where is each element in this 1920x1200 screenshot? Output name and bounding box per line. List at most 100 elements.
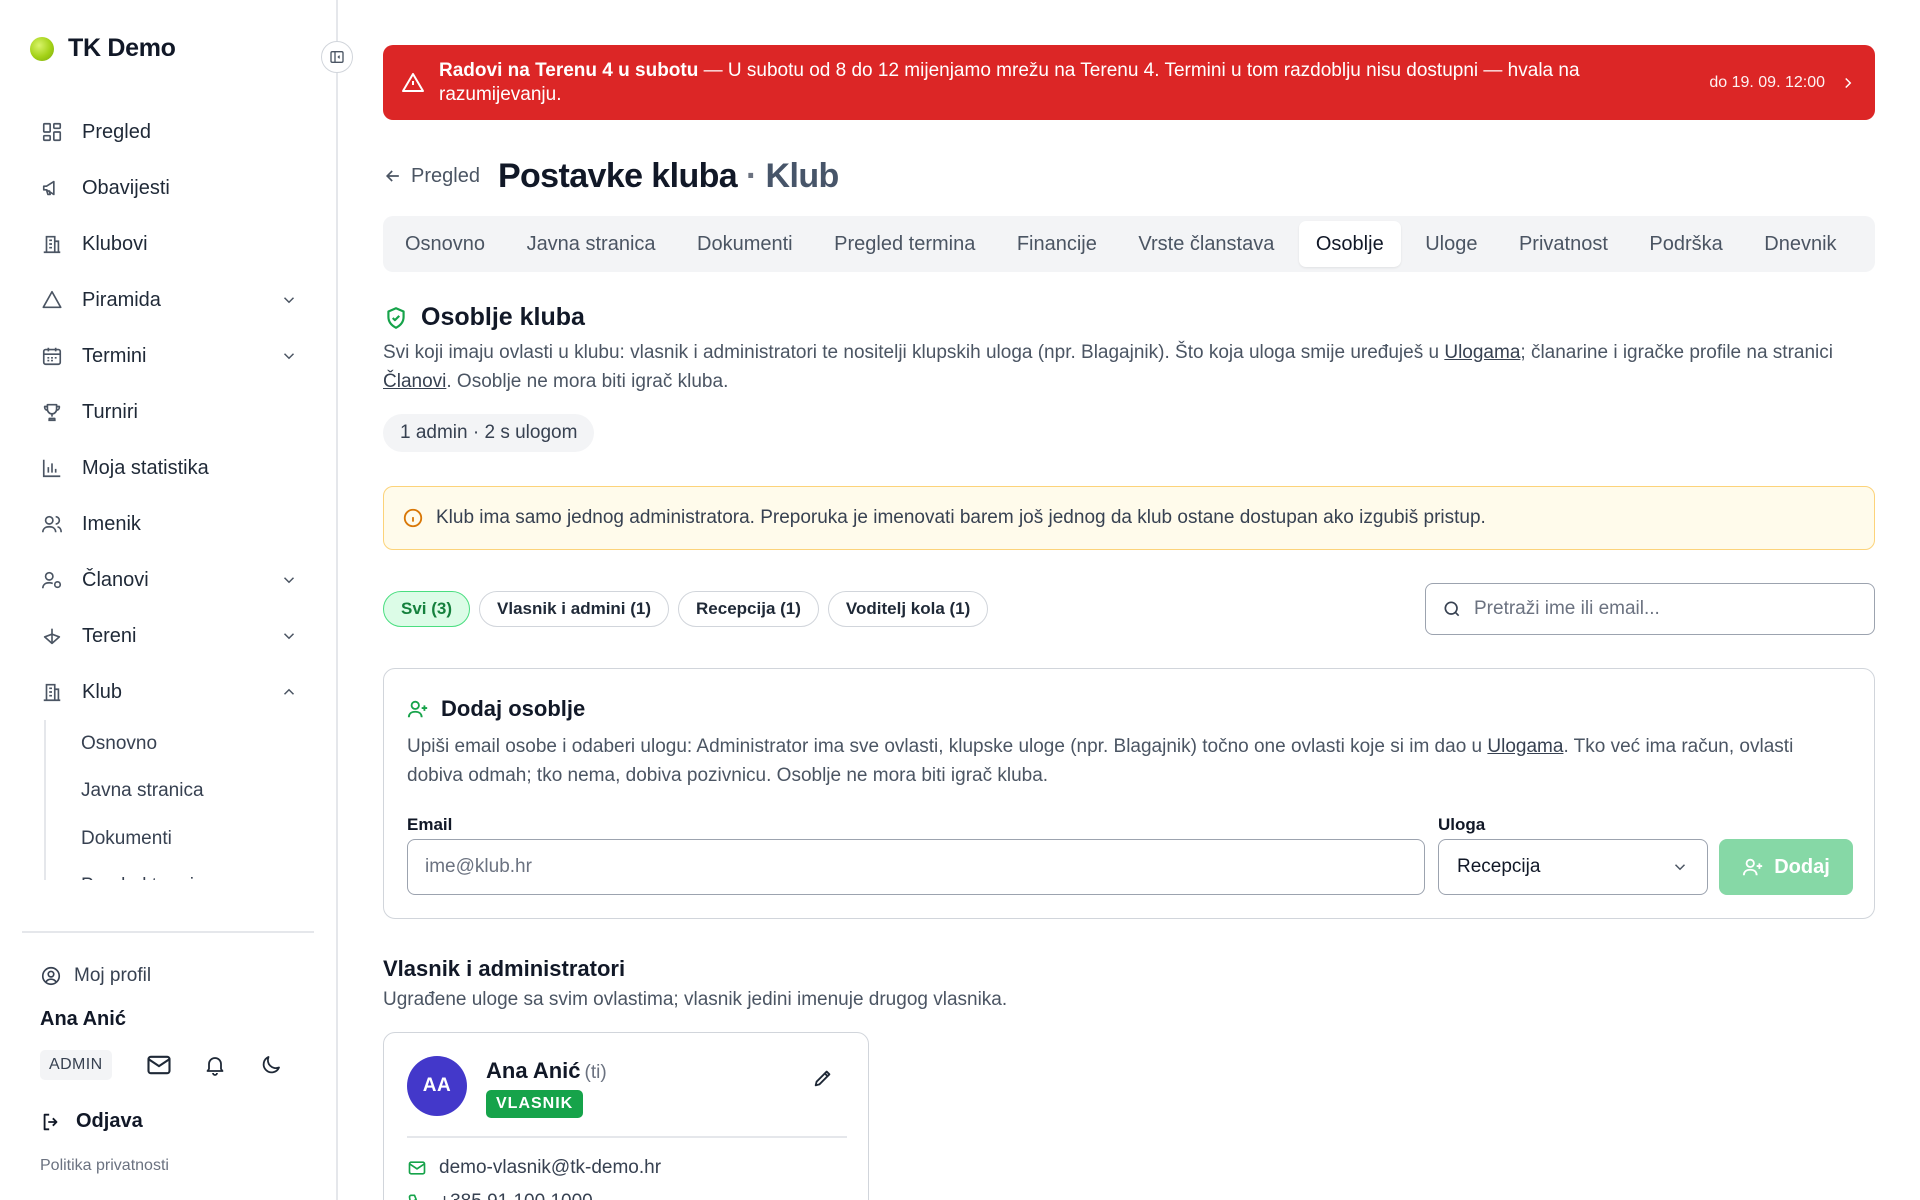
logout-button[interactable]: Odjava: [40, 1110, 143, 1133]
tab-privatnost[interactable]: Privatnost: [1502, 221, 1625, 267]
sidebar-item-obavijesti[interactable]: Obavijesti: [22, 160, 312, 216]
sidebar-item-moja-statistika[interactable]: Moja statistika: [22, 440, 312, 496]
page-title: Postavke kluba · Klub: [498, 157, 839, 196]
member-phone[interactable]: +385 91 100 1000: [407, 1191, 593, 1200]
email-field[interactable]: [407, 839, 1425, 895]
filter-chip-owner-admins[interactable]: Vlasnik i admini (1): [479, 591, 670, 627]
pencil-icon: [812, 1067, 834, 1089]
logout-icon: [40, 1111, 62, 1133]
page-title-context: Klub: [765, 156, 840, 195]
role-select[interactable]: Recepcija: [1438, 839, 1708, 895]
subnav-item-osnovno[interactable]: Osnovno: [46, 720, 312, 768]
single-admin-warning: Klub ima samo jednog administratora. Pre…: [383, 486, 1875, 550]
moon-icon[interactable]: [256, 1050, 286, 1080]
subnav-item-pregled-termina[interactable]: Pregled termina: [46, 863, 312, 880]
sidebar-item-label: Turniri: [82, 400, 138, 423]
back-link[interactable]: Pregled: [383, 165, 480, 188]
tab-javna-stranica[interactable]: Javna stranica: [510, 221, 673, 267]
filter-chip-round-leader[interactable]: Voditelj kola (1): [827, 591, 989, 627]
add-staff-button[interactable]: Dodaj: [1719, 839, 1853, 895]
chevron-up-icon[interactable]: [280, 683, 298, 701]
page-title-separator: ·: [737, 156, 766, 195]
shield-check-icon: [383, 305, 409, 331]
member-email-text: demo-vlasnik@tk-demo.hr: [439, 1157, 662, 1178]
user-circle-icon: [40, 965, 62, 987]
info-circle-icon: [402, 507, 424, 529]
sidebar-item-termini[interactable]: Termini: [22, 328, 312, 384]
roles-link[interactable]: Ulogama: [1444, 342, 1520, 363]
dashboard-icon: [40, 120, 64, 144]
tab-financije[interactable]: Financije: [1000, 221, 1114, 267]
bar-chart-icon: [40, 456, 64, 480]
arrow-left-icon: [383, 166, 403, 186]
sidebar-item-piramida[interactable]: Piramida: [22, 272, 312, 328]
building-icon: [40, 232, 64, 256]
edit-member-button[interactable]: [808, 1063, 838, 1093]
member-name: Ana Anić (ti): [486, 1058, 607, 1084]
bell-icon[interactable]: [200, 1050, 230, 1080]
warning-triangle-icon: [401, 71, 425, 95]
admins-group-description: Ugrađene uloge sa svim ovlastima; vlasni…: [383, 989, 1008, 1010]
tab-vrste-clanstava[interactable]: Vrste članstava: [1121, 221, 1291, 267]
roles-link[interactable]: Ulogama: [1487, 736, 1563, 757]
staff-summary-pill: 1 admin · 2 s ulogom: [383, 414, 595, 452]
tab-dnevnik[interactable]: Dnevnik: [1747, 221, 1853, 267]
owner-badge: VLASNIK: [486, 1090, 584, 1118]
user-plus-icon: [1742, 856, 1764, 878]
sidebar-item-label: Moja statistika: [82, 456, 209, 479]
logout-label: Odjava: [76, 1110, 143, 1132]
members-link[interactable]: Članovi: [383, 371, 446, 392]
staff-search[interactable]: [1425, 583, 1875, 635]
announcement-text: Radovi na Terenu 4 u subotu — U subotu o…: [439, 59, 1669, 107]
staff-search-input[interactable]: [1474, 598, 1854, 620]
chevron-right-icon[interactable]: [1839, 74, 1857, 92]
sidebar-divider: [22, 931, 314, 933]
sidebar-item-turniri[interactable]: Turniri: [22, 384, 312, 440]
staff-section-header: Osoblje kluba: [383, 303, 585, 332]
filter-chip-reception[interactable]: Recepcija (1): [678, 591, 819, 627]
add-staff-description: Upiši email osobe i odaberi ulogu: Admin…: [407, 732, 1847, 790]
sidebar-item-klub[interactable]: Klub: [22, 664, 312, 720]
chevron-down-icon[interactable]: [280, 291, 298, 309]
tab-pregled-termina[interactable]: Pregled termina: [817, 221, 992, 267]
staff-desc-text: Svi koji imaju ovlasti u klubu: vlasnik …: [383, 342, 1445, 363]
chevron-down-icon[interactable]: [280, 571, 298, 589]
sidebar-item-clanovi[interactable]: Članovi: [22, 552, 312, 608]
sidebar-item-tereni[interactable]: Tereni: [22, 608, 312, 664]
mail-icon[interactable]: [144, 1050, 174, 1080]
current-user-name: Ana Anić: [40, 1008, 126, 1030]
settings-tabs: Osnovno Javna stranica Dokumenti Pregled…: [383, 216, 1875, 272]
chevron-down-icon[interactable]: [280, 347, 298, 365]
my-profile-link[interactable]: Moj profil: [40, 965, 151, 987]
filter-chip-all[interactable]: Svi (3): [383, 591, 471, 627]
search-icon: [1442, 599, 1462, 619]
subnav-item-javna-stranica[interactable]: Javna stranica: [46, 768, 312, 816]
collapse-sidebar-button[interactable]: [321, 41, 353, 73]
trophy-icon: [40, 400, 64, 424]
sidebar-item-pregled[interactable]: Pregled: [22, 104, 312, 160]
tab-dokumenti[interactable]: Dokumenti: [680, 221, 810, 267]
sidebar-toggle-icon: [329, 49, 345, 65]
court-icon: [40, 624, 64, 648]
announcement-until: do 19. 09. 12:00: [1709, 73, 1825, 91]
brand[interactable]: TK Demo: [30, 34, 176, 63]
tab-podrska[interactable]: Podrška: [1632, 221, 1739, 267]
sidebar-item-imenik[interactable]: Imenik: [22, 496, 312, 552]
sidebar-item-label: Obavijesti: [82, 176, 170, 199]
sidebar-quick-actions: [144, 1050, 286, 1080]
user-settings-icon: [40, 568, 64, 592]
add-staff-button-label: Dodaj: [1774, 855, 1830, 878]
tab-uloge[interactable]: Uloge: [1408, 221, 1494, 267]
sidebar-item-klubovi[interactable]: Klubovi: [22, 216, 312, 272]
avatar: AA: [407, 1056, 467, 1116]
chevron-down-icon[interactable]: [280, 627, 298, 645]
member-email[interactable]: demo-vlasnik@tk-demo.hr: [407, 1157, 661, 1179]
sidebar-item-label: Klubovi: [82, 232, 148, 255]
announcement-banner[interactable]: Radovi na Terenu 4 u subotu — U subotu o…: [383, 45, 1875, 120]
tennis-ball-logo-icon: [30, 36, 54, 61]
tab-osnovno[interactable]: Osnovno: [388, 221, 502, 267]
tab-osoblje[interactable]: Osoblje: [1298, 221, 1401, 267]
staff-desc-text: . Osoblje ne mora biti igrač kluba.: [446, 371, 729, 392]
subnav-item-dokumenti[interactable]: Dokumenti: [46, 815, 312, 863]
privacy-policy-link[interactable]: Politika privatnosti: [40, 1157, 169, 1175]
